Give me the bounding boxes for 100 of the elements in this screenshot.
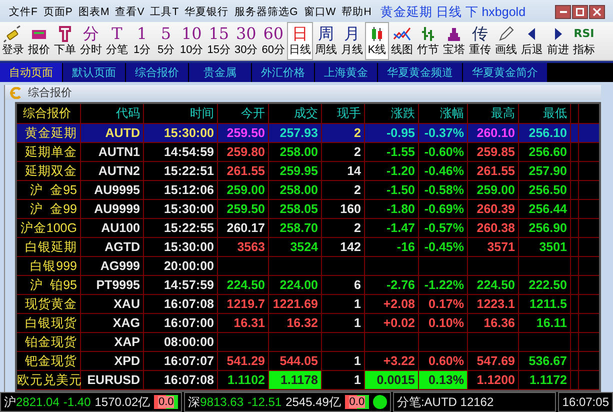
menu-item[interactable]: 页面P <box>40 5 76 19</box>
table-cell: 2 <box>322 181 365 199</box>
table-row[interactable]: 白银延期 AGTD 15:30:00 3563 3524 142 -16 -0.45% 3571 3501 <box>17 238 599 257</box>
table-cell: 沪 金95 <box>17 181 81 199</box>
tab[interactable]: 上海黄金 <box>315 63 378 82</box>
toolbar-button[interactable]: 画线 <box>493 22 519 60</box>
table-cell: 142 <box>322 238 365 256</box>
tab[interactable]: 综合报价 <box>126 63 189 82</box>
table-row[interactable]: 白银现货 XAG 16:07:00 16.31 16.32 1 +0.02 0.10% 16.36 16.11 <box>17 314 599 333</box>
toolbar-button[interactable]: 分 分时 <box>78 22 104 60</box>
close-button[interactable] <box>589 5 605 19</box>
menu-item[interactable]: 图表M <box>75 5 112 19</box>
toolbar-button[interactable]: 30 30分 <box>232 22 260 60</box>
toolbar-button[interactable]: 10 10分 <box>178 22 206 60</box>
toolbar-button[interactable]: 60 60分 <box>260 22 287 60</box>
table-cell: -0.69% <box>419 200 468 218</box>
table-cell: 224.50 <box>218 276 269 294</box>
toolbar-button[interactable]: 下单 <box>52 22 78 60</box>
menu-item[interactable]: 文件F <box>6 5 40 19</box>
table-cell: XAP <box>81 333 144 351</box>
toolbar-button[interactable]: 5 5分 <box>154 22 178 60</box>
tab[interactable]: 自动页面 <box>0 63 63 82</box>
toolbar-button[interactable]: K线 <box>365 22 389 60</box>
tab[interactable]: 贵金属 <box>189 63 252 82</box>
toolbar-button[interactable]: T 分笔 <box>104 22 130 60</box>
close-icon <box>593 8 601 16</box>
window-title: 黄金延期 日线 下 hxbgold <box>380 4 526 20</box>
table-cell: -1.80 <box>365 200 419 218</box>
menu-item[interactable]: 窗口W <box>300 5 339 19</box>
table-cell: 260.39 <box>468 200 519 218</box>
table-cell: +3.22 <box>365 352 419 370</box>
table-cell: +0.02 <box>365 314 419 332</box>
menu-item[interactable]: 华夏银行 <box>182 5 232 19</box>
toolbar-button[interactable]: 15 15分 <box>205 22 232 60</box>
table-row[interactable]: 白银999 AG999 20:00:00 <box>17 257 599 276</box>
toolbar-button[interactable]: 传 重传 <box>467 22 493 60</box>
table-cell: 261.55 <box>468 162 519 180</box>
table-cell: 延期双金 <box>17 162 81 180</box>
tab[interactable]: 外汇价格 <box>252 63 315 82</box>
table-cell: 0.10% <box>419 314 468 332</box>
tab[interactable]: 华夏黄金频道 <box>378 63 463 82</box>
index-value: 2821.04 <box>16 395 60 409</box>
table-cell: 沪 金99 <box>17 200 81 218</box>
table-cell: 沪金100G <box>17 219 81 237</box>
toolbar-button[interactable]: 周 周线 <box>313 22 339 60</box>
table-cell: 2 <box>322 143 365 161</box>
table-cell: 260.38 <box>468 219 519 237</box>
table-cell: AUTN2 <box>81 162 144 180</box>
table-cell: 08:00:00 <box>144 333 218 351</box>
table-row[interactable]: 铂金现货 XAP 08:00:00 <box>17 333 599 352</box>
maximize-button[interactable] <box>572 5 588 19</box>
table-cell: -0.95 <box>365 124 419 142</box>
table-cell: 224.50 <box>468 276 519 294</box>
toolbar-button[interactable]: 日 日线 <box>287 22 313 60</box>
table-cell: -1.55 <box>365 143 419 161</box>
table-cell: 15:22:55 <box>144 219 218 237</box>
minimize-icon <box>560 11 566 13</box>
table-cell: 259.85 <box>468 143 519 161</box>
toolbar-button[interactable]: 月 月线 <box>339 22 365 60</box>
status-label: 沪 <box>4 394 16 410</box>
table-row[interactable]: 沪 金99 AU9999 15:30:00 259.50 258.05 160 -1.80 -0.69% 260.39 256.44 <box>17 200 599 219</box>
table-row[interactable]: 沪 铂95 PT9995 14:57:59 224.50 224.00 6 -2.76 -1.22% 224.50 222.50 <box>17 276 599 295</box>
table-row[interactable]: 沪 金95 AU9995 15:12:06 259.00 258.00 2 -1.50 -0.58% 259.00 256.50 <box>17 181 599 200</box>
menu-item[interactable]: 查看V <box>112 5 148 19</box>
menu-item[interactable]: 工具T <box>147 5 182 19</box>
table-row[interactable]: 欧元兑美元 EURUSD 16:07:08 1.1102 1.1178 1 0.0015 0.13% 1.1200 1.1172 <box>17 371 599 390</box>
table-row[interactable]: 延期双金 AUTN2 15:22:51 261.55 259.95 14 -1.20 -0.46% 261.55 257.90 <box>17 162 599 181</box>
table-cell: 沪 铂95 <box>17 276 81 294</box>
tab[interactable]: 华夏黄金简介 <box>463 63 548 82</box>
toolbar-button[interactable]: 1 1分 <box>130 22 154 60</box>
table-cell: AU9999 <box>81 200 144 218</box>
table-cell: 3563 <box>218 238 269 256</box>
toolbar-button[interactable]: 报价 <box>26 22 52 60</box>
table-cell: +2.08 <box>365 295 419 313</box>
tab[interactable]: 默认页面 <box>63 63 126 82</box>
toolbar-button[interactable]: 后退 <box>519 22 545 60</box>
table-cell: 258.70 <box>269 219 322 237</box>
toolbar-button[interactable]: 线图 <box>389 22 415 60</box>
toolbar-button[interactable]: 前进 <box>545 22 571 60</box>
toolbar-button[interactable]: 宝塔 <box>441 22 467 60</box>
table-cell: 16:07:08 <box>144 295 218 313</box>
table-row[interactable]: 现货黄金 XAU 16:07:08 1219.7 1221.69 1 +2.08 0.17% 1223.1 1211.5 <box>17 295 599 314</box>
table-cell: 15:22:51 <box>144 162 218 180</box>
toolbar-button[interactable]: 登录 <box>0 22 26 60</box>
table-cell: 544.05 <box>269 352 322 370</box>
table-row[interactable]: 沪金100G AU100 15:22:55 260.17 258.70 2 -1.47 -0.57% 260.38 256.90 <box>17 219 599 238</box>
tick-info: 分笔:AUTD 12162 <box>396 394 494 410</box>
toolbar-button[interactable]: RSI 指标 <box>571 22 597 60</box>
minimize-button[interactable] <box>555 5 571 19</box>
table-cell: 15:30:00 <box>144 124 218 142</box>
table-cell: 1.1200 <box>468 371 519 389</box>
menu-item[interactable]: 服务器筛选G <box>232 5 301 19</box>
table-row[interactable]: 黄金延期 AUTD 15:30:00 259.50 257.93 2 -0.95 -0.37% 260.10 256.10 <box>17 124 599 143</box>
table-cell: 白银延期 <box>17 238 81 256</box>
table-row[interactable]: 延期单金 AUTN1 14:54:59 259.80 258.00 2 -1.55 -0.60% 259.85 256.60 <box>17 143 599 162</box>
column-header: 代码 <box>81 104 144 123</box>
table-cell: 0.17% <box>419 295 468 313</box>
table-cell: 224.00 <box>269 276 322 294</box>
menu-item[interactable]: 帮助H <box>338 5 374 19</box>
toolbar-button[interactable]: 竹节 <box>415 22 441 60</box>
